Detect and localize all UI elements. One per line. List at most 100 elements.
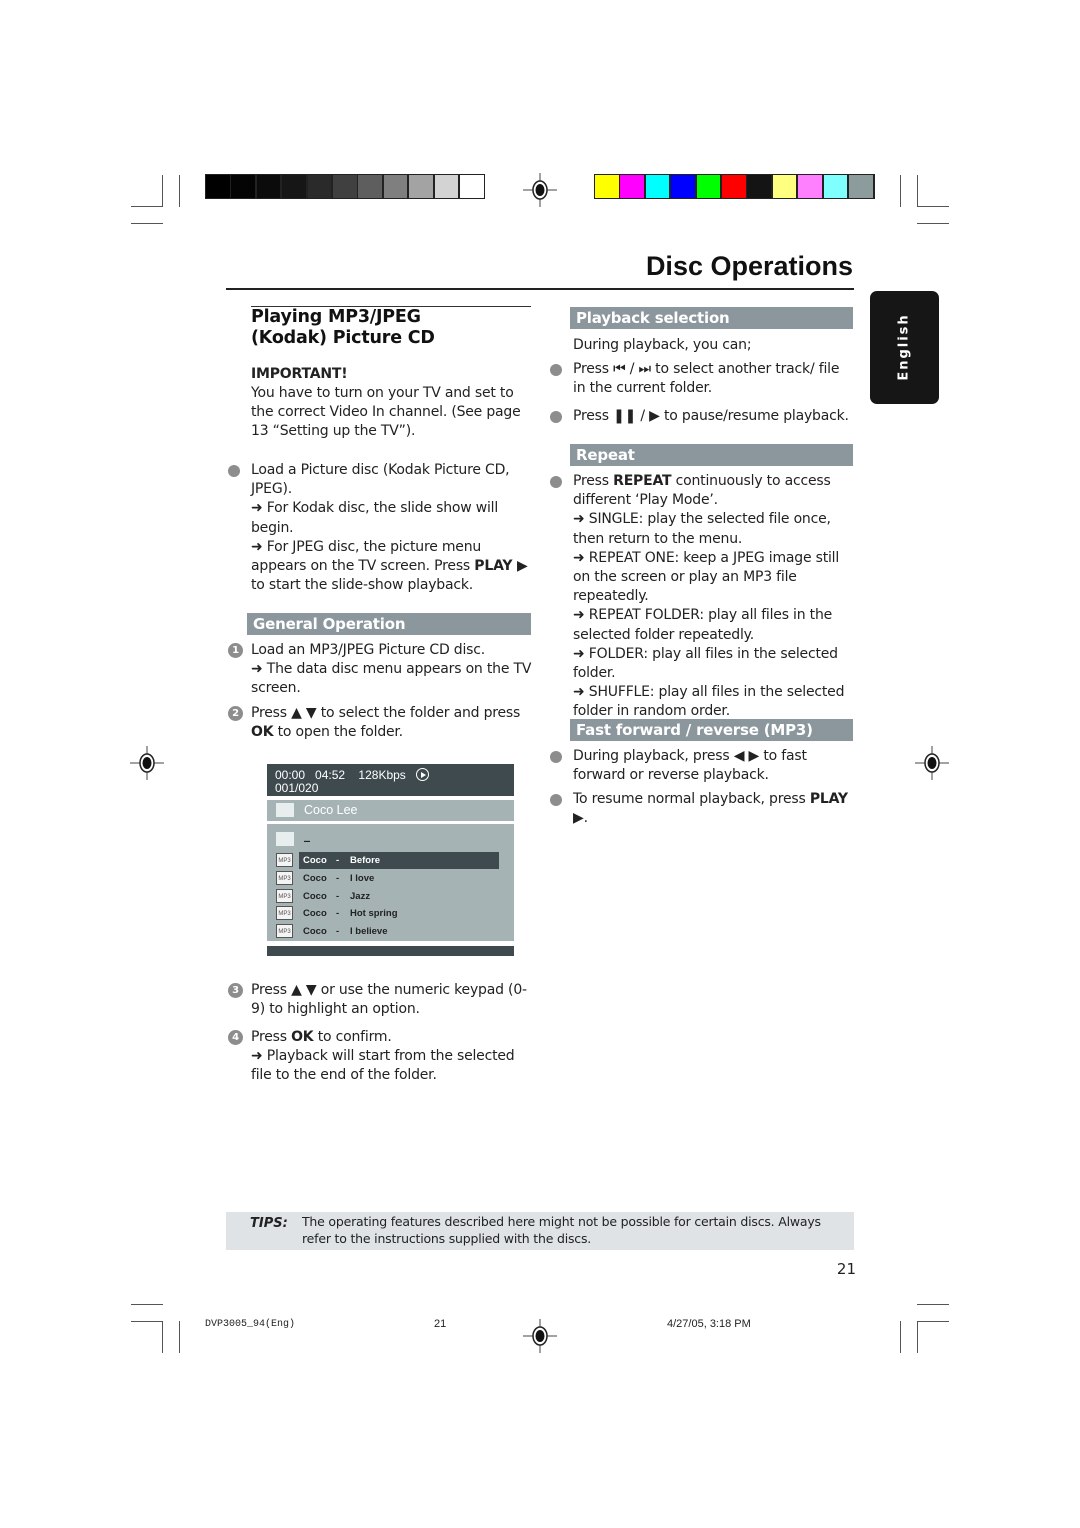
color-swatch [772, 175, 797, 198]
step-2: 2 Press ▲ ▼ to select the folder and pre… [228, 704, 533, 742]
crop-mark [179, 175, 180, 207]
play-label: PLAY ▶ [474, 558, 528, 575]
crop-mark [131, 223, 163, 224]
bullet-item: To resume normal playback, press PLAY ▶. [550, 790, 855, 828]
registration-mark-icon [523, 173, 557, 207]
color-swatch [460, 175, 484, 198]
file-artist: Coco [303, 926, 327, 938]
crop-mark [131, 206, 163, 207]
color-swatch [434, 175, 459, 198]
file-sep: - [336, 908, 340, 920]
note: ➜ FOLDER: play all files in the selected… [573, 645, 838, 682]
bullet-text: Press REPEAT continuously to access diff… [573, 472, 855, 510]
bullet-icon [550, 476, 562, 488]
ok-label: OK [291, 1029, 314, 1045]
step-text: to open the folder. [273, 724, 404, 741]
mp3-file-icon: MP3 [276, 853, 293, 867]
bullet-icon [550, 794, 562, 806]
bullet-icon [228, 465, 240, 477]
repeat-bullet: Press REPEAT continuously to access diff… [550, 472, 855, 722]
mp3-file-icon: MP3 [276, 906, 293, 921]
step-text: Press ▲ ▼ to select the folder and press [251, 705, 521, 721]
color-swatch [231, 175, 255, 198]
current-folder[interactable]: Coco Lee [267, 800, 514, 821]
section-bar-repeat: Repeat [570, 444, 853, 466]
mp3-file-icon: MP3 [276, 870, 293, 885]
note: ➜ For Kodak disc, the slide show will be… [251, 500, 499, 536]
step-number-icon: 4 [228, 1030, 243, 1045]
note: ➜ SINGLE: play the selected file once, t… [573, 511, 831, 547]
bullet-item: Press ❚❚ / ▶ to pause/resume playback. [550, 407, 855, 426]
file-row[interactable]: Coco - I believe [299, 923, 499, 940]
bullet-text: To resume normal playback, press PLAY ▶. [573, 790, 855, 828]
file-artist: Coco [303, 908, 327, 920]
total-time: 04:52 [315, 768, 346, 782]
color-swatch [358, 175, 382, 198]
play-icon [415, 768, 429, 781]
note: ➜ For JPEG disc, the picture menu appear… [251, 538, 533, 596]
crop-mark [917, 1321, 918, 1353]
step-number-icon: 1 [228, 643, 243, 658]
color-swatch [256, 175, 281, 198]
note-text: to start the slide-show playback. [251, 577, 474, 594]
bullet-icon [550, 751, 562, 763]
folder-icon [276, 803, 294, 817]
crop-mark [900, 1321, 901, 1353]
file-row[interactable]: Coco - Hot spring [299, 905, 499, 922]
section-heading: Playing MP3/JPEG (Kodak) Picture CD [251, 307, 435, 348]
color-swatch [595, 175, 619, 198]
file-list: _ MP3 Coco - Before MP3 Coco - I love MP3 Coco - Ja… [267, 824, 514, 941]
bullet-text: Press ❚❚ / ▶ to pause/resume playback. [573, 408, 849, 424]
step-text: Load an MP3/JPEG Picture CD disc. [251, 642, 486, 658]
file-row[interactable]: Coco - Before [299, 852, 499, 869]
step-text: Press ▲ ▼ or use the numeric keypad (0-9… [251, 982, 527, 1018]
mp3-file-icon: MP3 [276, 888, 293, 903]
crop-mark [917, 1304, 949, 1305]
note: ➜ REPEAT FOLDER: play all files in the s… [573, 607, 833, 643]
step-text: Press OK to confirm. [251, 1028, 533, 1047]
note: ➜ SHUFFLE: play all files in the selecte… [573, 684, 845, 720]
step-3: 3 Press ▲ ▼ or use the numeric keypad (0… [228, 981, 533, 1019]
step-text-part: to confirm. [313, 1029, 392, 1045]
repeat-label: REPEAT [613, 473, 672, 489]
crop-mark [900, 175, 901, 207]
file-title: Hot spring [350, 908, 398, 920]
footer-page: 21 [434, 1318, 447, 1330]
file-row[interactable]: Coco - Jazz [299, 888, 499, 905]
color-swatch [307, 175, 332, 198]
step-text-part: Press [251, 1029, 292, 1045]
load-bullet: Load a Picture disc (Kodak Picture CD, J… [228, 461, 533, 596]
intro-text: During playback, you can; [573, 337, 752, 353]
crop-mark [917, 1321, 949, 1322]
crop-mark [131, 1304, 163, 1305]
registration-mark-icon [523, 1319, 557, 1353]
file-artist: Coco [303, 855, 327, 866]
color-swatch [383, 175, 408, 198]
bullet-icon [550, 411, 562, 423]
color-swatch [282, 175, 306, 198]
file-artist: Coco [303, 890, 327, 902]
ok-label: OK [251, 724, 274, 741]
color-swatch [798, 175, 822, 198]
screen-status-bar: 00:00 04:52 128Kbps 001/020 [267, 764, 514, 796]
bullet-item: During playback, press ◀ ▶ to fast forwa… [550, 747, 855, 785]
file-title: Jazz [350, 890, 371, 902]
registration-mark-icon [915, 746, 949, 780]
file-row[interactable]: Coco - I love [299, 870, 499, 887]
color-swatch [823, 175, 848, 198]
step-4: 4 Press OK to confirm. ➜ Playback will s… [228, 1028, 533, 1086]
footer-date: 4/27/05, 3:18 PM [667, 1318, 751, 1330]
note: ➜ Playback will start from the selected … [251, 1048, 515, 1084]
track-counter: 001/020 [275, 781, 319, 795]
folder-icon [276, 832, 294, 846]
parent-folder: _ [304, 828, 310, 842]
section-bar-general-operation: General Operation [247, 613, 531, 635]
crop-mark [162, 175, 163, 207]
file-title: I love [350, 872, 375, 884]
page-title: Disc Operations [645, 251, 853, 281]
file-sep: - [336, 855, 340, 866]
tips-text: The operating features described here mi… [302, 1214, 821, 1246]
footer-file: DVP3005_94(Eng) [205, 1319, 296, 1330]
crop-mark [917, 223, 949, 224]
bullet-text: Load a Picture disc (Kodak Picture CD, J… [251, 462, 510, 498]
